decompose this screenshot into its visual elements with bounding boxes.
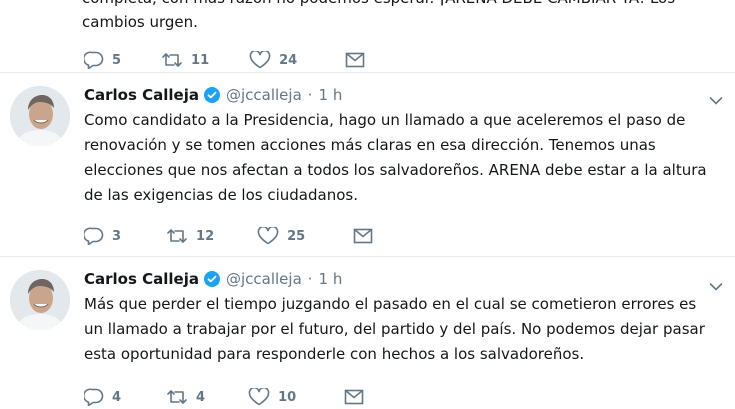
author-handle[interactable]: @jccalleja (226, 270, 302, 288)
tweet-text: completa, con más razón no podemos esper… (82, 0, 715, 34)
like-count: 25 (287, 228, 306, 244)
verified-badge-icon (203, 87, 220, 103)
reply-count: 5 (112, 52, 122, 68)
tweet-actions: 4 4 10 (84, 385, 364, 409)
tweet-text-line: cambios urgen. (82, 13, 198, 31)
retweet-count: 11 (191, 52, 210, 68)
reply-icon (84, 388, 104, 406)
retweet-count: 4 (196, 389, 206, 405)
reply-count: 3 (112, 228, 122, 244)
envelope-icon (345, 52, 365, 68)
retweet-button[interactable]: 4 (166, 388, 205, 406)
like-button[interactable]: 24 (249, 51, 297, 69)
tweet-text: Como candidato a la Presidencia, hago un… (84, 111, 707, 204)
tweet-timestamp[interactable]: 1 h (319, 86, 343, 104)
separator: · (307, 86, 313, 104)
separator: · (307, 270, 313, 288)
retweet-icon (167, 229, 187, 243)
tweet-header: Carlos Calleja @jccalleja · 1 h (84, 84, 342, 106)
like-button[interactable]: 10 (248, 388, 296, 406)
avatar[interactable] (10, 86, 70, 146)
reply-icon (84, 227, 104, 245)
author-name[interactable]: Carlos Calleja (84, 86, 199, 104)
like-button[interactable]: 25 (257, 227, 305, 245)
author-handle[interactable]: @jccalleja (226, 86, 302, 104)
like-count: 24 (279, 52, 298, 68)
like-count: 10 (278, 389, 297, 405)
author-name[interactable]: Carlos Calleja (84, 270, 199, 288)
retweet-icon (167, 390, 187, 404)
heart-icon (248, 388, 270, 406)
reply-count: 4 (112, 389, 122, 405)
tweet-header: Carlos Calleja @jccalleja · 1 h (84, 268, 342, 290)
message-button[interactable] (353, 228, 373, 244)
message-button[interactable] (345, 52, 365, 68)
reply-button[interactable]: 5 (84, 51, 121, 69)
tweet-text: Más que perder el tiempo juzgando el pas… (84, 295, 705, 363)
heart-icon (249, 51, 271, 69)
retweet-button[interactable]: 11 (161, 51, 209, 69)
verified-badge-icon (203, 271, 220, 287)
tweet-actions: 5 11 24 (84, 48, 365, 72)
heart-icon (257, 227, 279, 245)
reply-icon (84, 51, 104, 69)
tweet-text-line-cut: completa, con más razón no podemos esper… (82, 0, 715, 10)
envelope-icon (353, 228, 373, 244)
tweet-timestamp[interactable]: 1 h (319, 270, 343, 288)
retweet-count: 12 (196, 228, 215, 244)
envelope-icon (344, 389, 364, 405)
avatar[interactable] (10, 270, 70, 330)
retweet-icon (162, 53, 182, 67)
reply-button[interactable]: 3 (84, 227, 121, 245)
tweet-divider (0, 72, 735, 73)
reply-button[interactable]: 4 (84, 388, 121, 406)
tweet-actions: 3 12 25 (84, 224, 373, 248)
message-button[interactable] (344, 389, 364, 405)
tweet-divider (0, 256, 735, 257)
retweet-button[interactable]: 12 (166, 227, 214, 245)
